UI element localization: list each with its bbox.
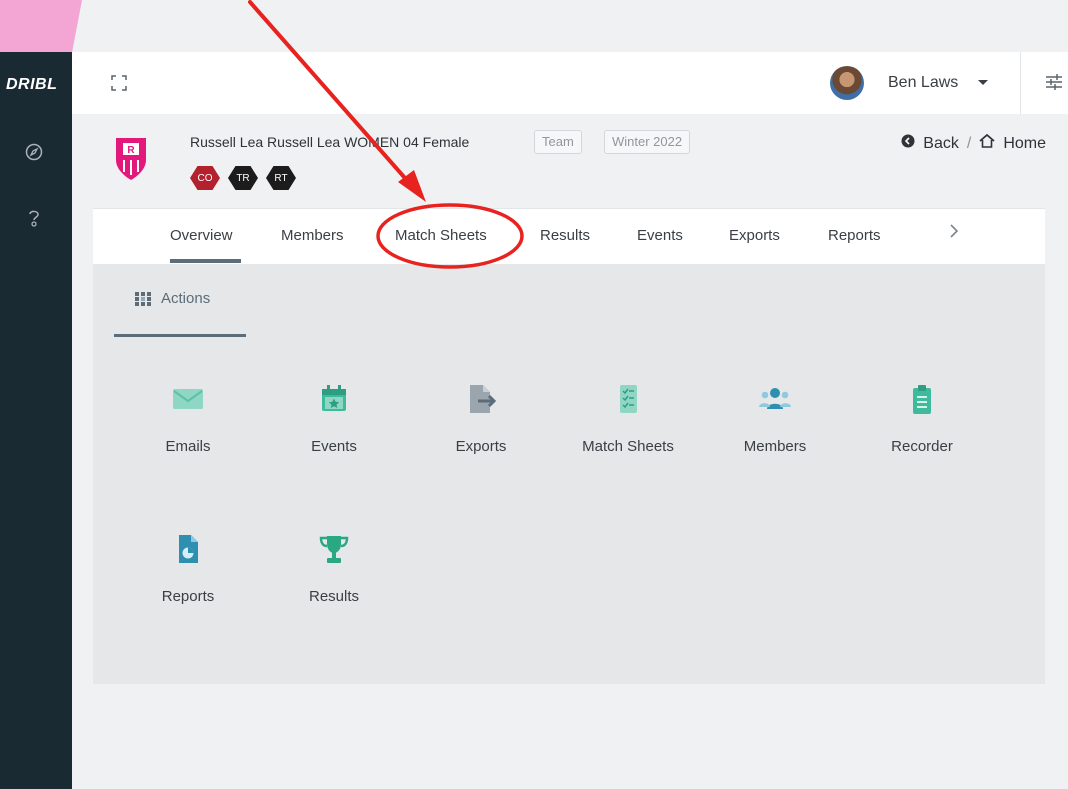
tab-members[interactable]: Members [281,227,344,244]
team-header: R Russell Lea Russell Lea WOMEN 04 Femal… [72,114,1068,208]
envelope-icon [171,382,205,416]
tag-season: Winter 2022 [604,130,691,154]
actions-underline [114,334,246,337]
badge-rt: RT [266,166,296,190]
action-members[interactable]: Members [710,382,840,482]
users-icon [758,382,792,416]
tag-team: Team [534,130,582,154]
compass-icon[interactable] [24,142,44,162]
action-label: Emails [165,438,211,455]
top-bar: Ben Laws [72,52,1068,114]
clipboard-icon [905,382,939,416]
topbar-divider [1020,52,1021,114]
tab-bar: Overview Members Match Sheets Results Ev… [93,208,1045,265]
action-label: Recorder [891,438,953,455]
breadcrumb-separator: / [966,134,972,152]
tab-exports[interactable]: Exports [729,227,780,244]
sliders-icon[interactable] [1044,72,1064,92]
tab-overview[interactable]: Overview [170,227,233,244]
action-label: Reports [161,588,215,605]
action-label: Members [743,438,807,455]
team-title: Russell Lea Russell Lea WOMEN 04 Female [190,134,470,150]
file-export-icon [464,382,498,416]
chevron-right-icon[interactable] [949,223,959,244]
file-chart-icon [171,532,205,566]
action-recorder[interactable]: Recorder [857,382,987,482]
action-exports[interactable]: Exports [416,382,546,482]
action-label: Results [308,588,360,605]
team-logo: R [110,134,152,182]
tab-reports[interactable]: Reports [828,227,881,244]
action-label: Match Sheets [582,438,674,455]
badge-co: CO [190,166,220,190]
user-menu-name[interactable]: Ben Laws [888,74,958,92]
action-reports[interactable]: Reports [123,532,253,632]
svg-text:R: R [127,145,135,156]
calendar-star-icon [317,382,351,416]
app-logo[interactable]: DRIBL [0,76,72,94]
tab-events[interactable]: Events [637,227,683,244]
chevron-down-icon[interactable] [978,80,988,85]
back-link[interactable]: Back [923,135,959,153]
trophy-icon [317,532,351,566]
action-events[interactable]: Events [269,382,399,482]
actions-panel: Actions Emails Events Exports Match Shee… [93,264,1045,684]
actions-section-title[interactable]: Actions [135,290,210,307]
avatar[interactable] [830,66,864,100]
action-emails[interactable]: Emails [123,382,253,482]
brand-corner [0,0,82,52]
grid-icon [135,291,151,306]
badge-tr: TR [228,166,258,190]
fullscreen-icon[interactable] [110,74,128,92]
action-results[interactable]: Results [269,532,399,632]
breadcrumb: Back / Home [901,133,1046,153]
tab-match-sheets[interactable]: Match Sheets [395,227,487,244]
tab-results[interactable]: Results [540,227,590,244]
action-label: Exports [455,438,507,455]
checklist-icon [611,382,645,416]
actions-label: Actions [161,290,211,307]
active-tab-indicator [170,259,241,263]
sidebar: DRIBL [0,52,72,789]
action-label: Events [311,438,357,455]
home-link[interactable]: Home [1003,135,1046,153]
home-icon[interactable] [979,133,995,153]
action-match-sheets[interactable]: Match Sheets [563,382,693,482]
back-circle-icon[interactable] [901,134,915,153]
help-icon[interactable] [24,208,44,228]
